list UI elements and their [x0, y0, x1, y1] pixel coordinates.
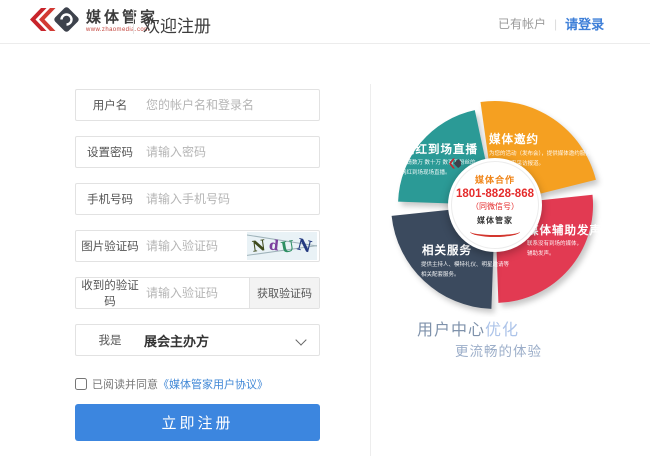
- segment-desc-media-voice: 联系没有到场的媒体， 辅助发声。: [527, 240, 582, 260]
- contact-coop-label: 媒体合作: [475, 173, 515, 186]
- chevron-down-icon: [295, 334, 306, 345]
- header-divider: [133, 9, 134, 34]
- segment-title-related-services: 相关服务: [422, 242, 472, 258]
- vertical-divider: [370, 84, 371, 456]
- contact-badge: 媒体合作 1801-8828-868 （同微信号） 媒体管家: [448, 158, 542, 252]
- phone-input[interactable]: [144, 191, 319, 207]
- password-field-row: 设置密码: [75, 136, 320, 168]
- contact-brand-logo: 媒体管家: [477, 215, 513, 226]
- register-button[interactable]: 立即注册: [75, 404, 320, 441]
- page-title: 欢迎注册: [143, 12, 211, 37]
- password-input[interactable]: [144, 144, 319, 160]
- segment-title-media-voice: 媒体辅助发声: [527, 222, 602, 238]
- segment-title-media-invite: 媒体邀约: [489, 131, 539, 147]
- captcha-letter: d: [268, 239, 279, 254]
- username-label: 用户名: [76, 97, 144, 113]
- agreement-text: 已阅读并同意: [92, 376, 158, 392]
- brand-mini-icon: [448, 158, 461, 169]
- have-account-label: 已有帐户: [498, 15, 546, 32]
- captcha-image[interactable]: N d U N: [247, 232, 317, 260]
- phone-field-row: 手机号码: [75, 183, 320, 215]
- image-captcha-field-row: 图片验证码 N d U N: [75, 230, 320, 262]
- role-selected-value: 展会主办方: [144, 331, 209, 350]
- username-field-row: 用户名: [75, 89, 320, 121]
- register-page: 媒体管家 www.zhaomedia.com 欢迎注册 已有帐户 | 请登录 用…: [0, 0, 650, 466]
- header: 媒体管家 www.zhaomedia.com 欢迎注册 已有帐户 | 请登录: [0, 0, 650, 44]
- get-code-button[interactable]: 获取验证码: [249, 278, 319, 308]
- login-link[interactable]: 请登录: [565, 14, 604, 33]
- brand-logo-icon: [28, 5, 80, 37]
- contact-wechat-note: （同微信号）: [471, 201, 519, 212]
- agreement-row: 已阅读并同意 《媒体管家用户协议》: [75, 376, 268, 392]
- brand-arc-decoration: [470, 226, 520, 237]
- user-agreement-link[interactable]: 《媒体管家用户协议》: [158, 376, 268, 392]
- agreement-checkbox[interactable]: [75, 378, 87, 390]
- username-input[interactable]: [144, 97, 319, 113]
- image-captcha-label: 图片验证码: [76, 238, 144, 254]
- sms-code-label: 收到的验证码: [76, 277, 144, 309]
- captcha-letter: N: [296, 236, 314, 255]
- tagline-line1: 用户中心优化: [417, 316, 519, 340]
- sms-code-field-row: 收到的验证码 获取验证码: [75, 277, 320, 309]
- segment-title-influencer-live: 网红到场直播: [403, 141, 478, 157]
- brand-logo[interactable]: 媒体管家 www.zhaomedia.com: [28, 5, 158, 37]
- role-label: 我是: [76, 332, 144, 348]
- captcha-letter: N: [251, 238, 267, 255]
- segment-desc-related-services: 提供主持人、模特礼仪、明星邀请等 相关配套服务。: [421, 261, 509, 281]
- phone-label: 手机号码: [76, 191, 144, 207]
- header-separator: |: [554, 17, 557, 31]
- contact-brand-name: 媒体管家: [477, 215, 513, 226]
- header-right: 已有帐户 | 请登录: [498, 14, 604, 33]
- services-wheel: 网红到场直播 邀请数万 数十万 数百万粉丝的 网红到场现场直播。 媒体邀约 为您…: [385, 93, 609, 317]
- role-select[interactable]: 我是 展会主办方: [75, 324, 320, 356]
- tagline-line2: 更流畅的体验: [455, 340, 542, 360]
- contact-phone: 1801-8828-868: [456, 188, 534, 200]
- password-label: 设置密码: [76, 144, 144, 160]
